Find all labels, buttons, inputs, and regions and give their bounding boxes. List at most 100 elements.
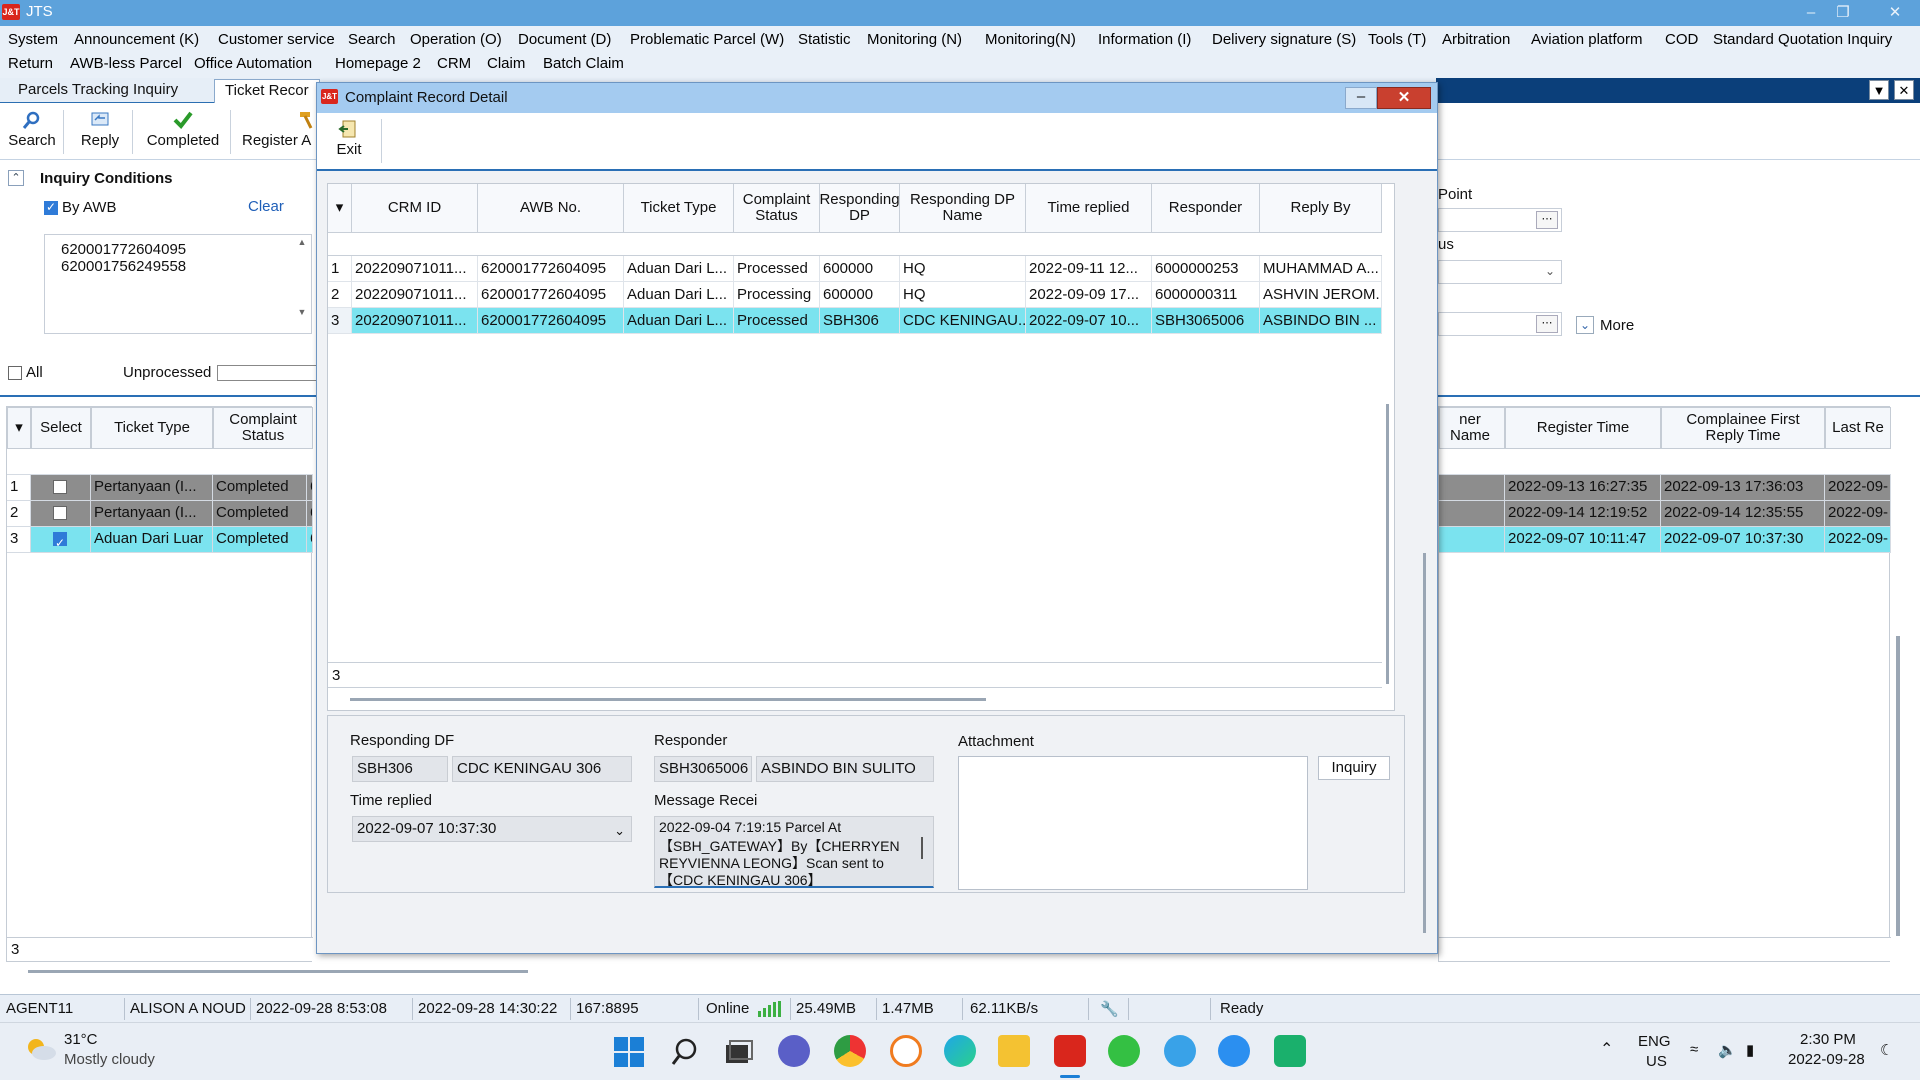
close-button[interactable]: ✕ [1878,2,1912,24]
menu-monitoring-2[interactable]: Monitoring(N) [985,31,1076,48]
task-view-icon[interactable] [724,1037,754,1067]
chat-app-icon[interactable] [1164,1035,1196,1067]
bottom-scrollbar[interactable] [28,970,528,973]
col-responding-dp-name[interactable]: Responding DP Name [900,184,1026,232]
by-awb-checkbox[interactable] [44,200,58,215]
responder-code-field[interactable]: SBH3065006 [654,756,752,782]
restore-button[interactable]: ❐ [1826,2,1860,24]
status-select[interactable]: ⌄ [1438,260,1562,284]
menu-statistic[interactable]: Statistic [798,31,851,48]
col-complaint-status[interactable]: Complaint Status [734,184,820,232]
menu-office-automation[interactable]: Office Automation [194,55,312,72]
menu-announcement[interactable]: Announcement (K) [74,31,199,48]
volume-icon[interactable]: 🔈 [1718,1041,1737,1059]
lang-us[interactable]: US [1646,1053,1667,1070]
battery-icon[interactable]: ▮ [1746,1041,1754,1059]
right-scrollbar[interactable] [1896,636,1900,936]
clock-date[interactable]: 2022-09-28 [1788,1051,1865,1068]
dialog-grid-vscroll[interactable] [1386,404,1389,684]
completed-button[interactable]: Completed [140,106,226,158]
exit-button[interactable]: Exit [321,115,377,167]
menu-homepage-2[interactable]: Homepage 2 [335,55,421,72]
message-textarea[interactable]: 2022-09-04 7:19:15 Parcel At 【SBH_GATEWA… [654,816,934,888]
dialog-filter-row[interactable] [328,232,1382,256]
col-owner-name[interactable]: ner Name [1439,407,1505,449]
col-first-reply-time[interactable]: Complainee First Reply Time [1661,407,1825,449]
grid-menu-icon[interactable]: ▾ [7,407,31,449]
menu-standard-quotation[interactable]: Standard Quotation Inquiry [1713,31,1892,48]
lang-eng[interactable]: ENG [1638,1033,1671,1050]
tab-close-icon[interactable]: ✕ [1894,80,1914,100]
weather-desc[interactable]: Mostly cloudy [64,1051,155,1068]
row-select-cell[interactable] [31,501,91,527]
menu-information[interactable]: Information (I) [1098,31,1191,48]
tab-ticket-record[interactable]: Ticket Recor [214,79,320,103]
unprocessed-field[interactable] [217,365,317,381]
clear-link[interactable]: Clear [248,198,284,215]
col-responder[interactable]: Responder [1152,184,1260,232]
browser-icon[interactable] [890,1035,922,1067]
col-register-time[interactable]: Register Time [1505,407,1661,449]
col-time-replied[interactable]: Time replied [1026,184,1152,232]
responder-name-field[interactable]: ASBINDO BIN SULITO [756,756,934,782]
wifi-icon[interactable]: ≈ [1690,1041,1698,1058]
col-complaint-status[interactable]: Complaint Status [213,407,313,449]
menu-aviation-platform[interactable]: Aviation platform [1531,31,1642,48]
search-icon[interactable] [670,1037,700,1067]
dialog-close-button[interactable]: ✕ [1377,87,1431,109]
menu-problematic-parcel[interactable]: Problematic Parcel (W) [630,31,784,48]
weather-temp[interactable]: 31°C [64,1031,98,1048]
col-awb-no[interactable]: AWB No. [478,184,624,232]
col-crm-id[interactable]: CRM ID [352,184,478,232]
tray-chevron-up-icon[interactable]: ⌃ [1600,1039,1613,1059]
file-explorer-icon[interactable] [998,1035,1030,1067]
menu-arbitration[interactable]: Arbitration [1442,31,1510,48]
menu-return[interactable]: Return [8,55,53,72]
teams-chat-icon[interactable] [778,1035,810,1067]
more-label[interactable]: More [1600,317,1634,334]
filter-row[interactable] [7,449,313,475]
tab-parcels-tracking[interactable]: Parcels Tracking Inquiry [8,79,188,103]
edge-icon[interactable] [944,1035,976,1067]
dp-code-field[interactable]: SBH306 [352,756,448,782]
collapse-icon[interactable]: ⌃ [8,170,24,186]
menu-operation[interactable]: Operation (O) [410,31,502,48]
col-ticket-type[interactable]: Ticket Type [624,184,734,232]
row-select-cell[interactable] [31,527,91,553]
time-replied-select[interactable]: 2022-09-07 10:37:30 ⌄ [352,816,632,842]
clock-time[interactable]: 2:30 PM [1800,1031,1856,1048]
col-last-reply[interactable]: Last Re [1825,407,1891,449]
third-more-icon[interactable]: ⋯ [1536,315,1558,333]
col-ticket-type[interactable]: Ticket Type [91,407,213,449]
menu-tools[interactable]: Tools (T) [1368,31,1426,48]
col-select[interactable]: Select [31,407,91,449]
tab-list-dropdown-icon[interactable]: ▼ [1869,80,1889,100]
minimize-button[interactable]: – [1794,2,1828,24]
windows-start-icon[interactable] [614,1037,644,1067]
dialog-grid-hscroll[interactable] [350,698,986,701]
menu-awb-less-parcel[interactable]: AWB-less Parcel [70,55,182,72]
attachment-box[interactable] [958,756,1308,890]
dialog-minimize-button[interactable]: – [1345,87,1377,109]
menu-system[interactable]: System [8,31,58,48]
menu-document[interactable]: Document (D) [518,31,611,48]
dp-name-field[interactable]: CDC KENINGAU 306 [452,756,632,782]
jts-app-icon[interactable] [1054,1035,1086,1067]
col-responding-dp[interactable]: Responding DP [819,184,900,232]
chrome-icon[interactable] [834,1035,866,1067]
menu-search[interactable]: Search [348,31,396,48]
wechat-icon[interactable] [1108,1035,1140,1067]
dialog-vscroll[interactable] [1423,553,1426,933]
awb-textarea[interactable]: 620001772604095 620001756249558 ▲ ▼ [44,234,312,334]
more-chevron-icon[interactable]: ⌄ [1576,316,1594,334]
menu-monitoring[interactable]: Monitoring (N) [867,31,962,48]
message-scroll-thumb[interactable] [921,837,923,859]
all-checkbox[interactable] [8,366,22,380]
menu-delivery-signature[interactable]: Delivery signature (S) [1212,31,1356,48]
register-button[interactable]: Register A [236,106,316,158]
reply-button[interactable]: Reply [74,106,126,158]
row-select-cell[interactable] [31,475,91,501]
point-more-icon[interactable]: ⋯ [1536,211,1558,229]
menu-customer-service[interactable]: Customer service [218,31,335,48]
textarea-scrollbar[interactable]: ▲ ▼ [295,237,309,331]
